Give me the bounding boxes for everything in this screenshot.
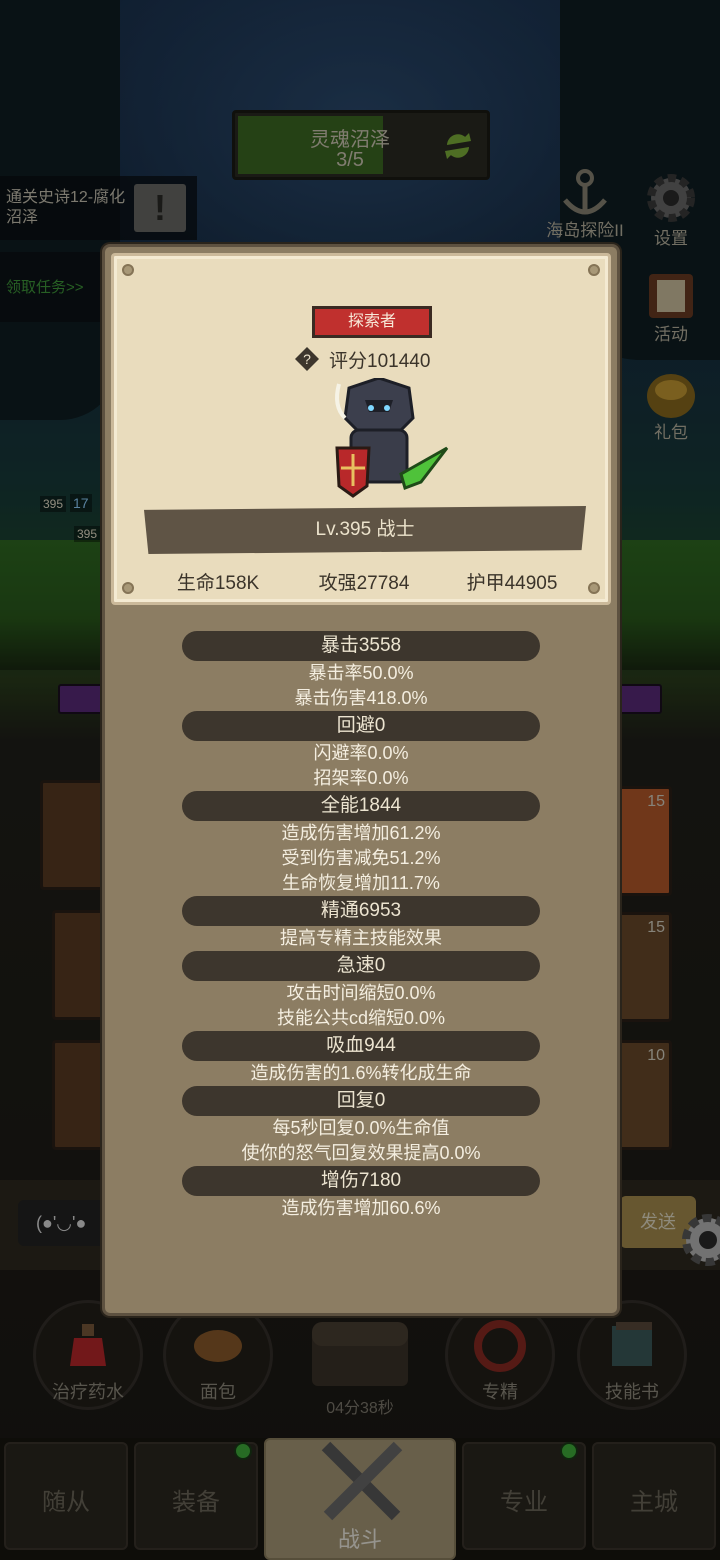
mastery-stat-group: 精通6953 提高专精主技能效果 [105, 896, 617, 951]
stat-detail: 每5秒回复0.0%生命值 [272, 1118, 450, 1138]
armor-stat: 护甲44905 [466, 573, 558, 594]
stat-header[interactable]: 暴击3558 [182, 631, 540, 661]
stat-detail: 造成伤害增加60.6% [281, 1198, 441, 1218]
lifesteal-stat-group: 吸血944 造成伤害的1.6%转化成生命 [105, 1031, 617, 1086]
rivet-decoration [588, 582, 600, 594]
stat-detail: 提高专精主技能效果 [280, 928, 442, 948]
stat-detail: 使你的怒气回复效果提高0.0% [241, 1143, 481, 1163]
character-score: 评分101440 [329, 351, 431, 372]
regen-stat-group: 回复0 每5秒回复0.0%生命值 使你的怒气回复效果提高0.0% [105, 1086, 617, 1166]
haste-stat-group: 急速0 攻击时间缩短0.0% 技能公共cd缩短0.0% [105, 951, 617, 1031]
versatility-stat-group: 全能1844 造成伤害增加61.2% 受到伤害减免51.2% 生命恢复增加11.… [105, 791, 617, 896]
crit-stat-group: 暴击3558 暴击率50.0% 暴击伤害418.0% [105, 631, 617, 711]
character-summary-card: 探索者 ? 评分101440 Lv.395 战士 生命158K 攻强27784 … [111, 253, 611, 605]
avoidance-stat-group: 回避0 闪避率0.0% 招架率0.0% [105, 711, 617, 791]
level-class-banner: Lv.395 战士 [144, 506, 586, 554]
knight-avatar-icon [335, 378, 449, 498]
stat-detail: 招架率0.0% [313, 768, 409, 788]
stat-detail: 攻击时间缩短0.0% [286, 983, 436, 1003]
svg-text:?: ? [303, 351, 311, 367]
help-icon[interactable]: ? [294, 346, 320, 372]
secondary-stats-list: 暴击3558 暴击率50.0% 暴击伤害418.0% 回避0 闪避率0.0% 招… [105, 631, 617, 1221]
damage-bonus-stat-group: 增伤7180 造成伤害增加60.6% [105, 1166, 617, 1221]
stat-header[interactable]: 吸血944 [182, 1031, 540, 1061]
stat-detail: 造成伤害增加61.2% [281, 823, 441, 843]
stat-header[interactable]: 回复0 [182, 1086, 540, 1116]
stat-header[interactable]: 全能1844 [182, 791, 540, 821]
title-badge: 探索者 [312, 306, 432, 338]
stat-detail: 闪避率0.0% [313, 743, 409, 763]
stat-detail: 暴击伤害418.0% [294, 688, 428, 708]
stat-detail: 造成伤害的1.6%转化成生命 [250, 1063, 472, 1083]
rivet-decoration [122, 264, 134, 276]
stat-detail: 受到伤害减免51.2% [281, 848, 441, 868]
stat-detail: 生命恢复增加11.7% [282, 873, 440, 893]
attack-power-stat: 攻强27784 [318, 573, 410, 594]
stat-header[interactable]: 精通6953 [182, 896, 540, 926]
stat-detail: 暴击率50.0% [308, 663, 414, 683]
rivet-decoration [122, 582, 134, 594]
stat-header[interactable]: 回避0 [182, 711, 540, 741]
character-stats-panel: 探索者 ? 评分101440 Lv.395 战士 生命158K 攻强27784 … [102, 244, 620, 1316]
stat-header[interactable]: 增伤7180 [182, 1166, 540, 1196]
stat-header[interactable]: 急速0 [182, 951, 540, 981]
hp-stat: 生命158K [176, 573, 260, 594]
rivet-decoration [588, 264, 600, 276]
stat-detail: 技能公共cd缩短0.0% [276, 1008, 446, 1028]
